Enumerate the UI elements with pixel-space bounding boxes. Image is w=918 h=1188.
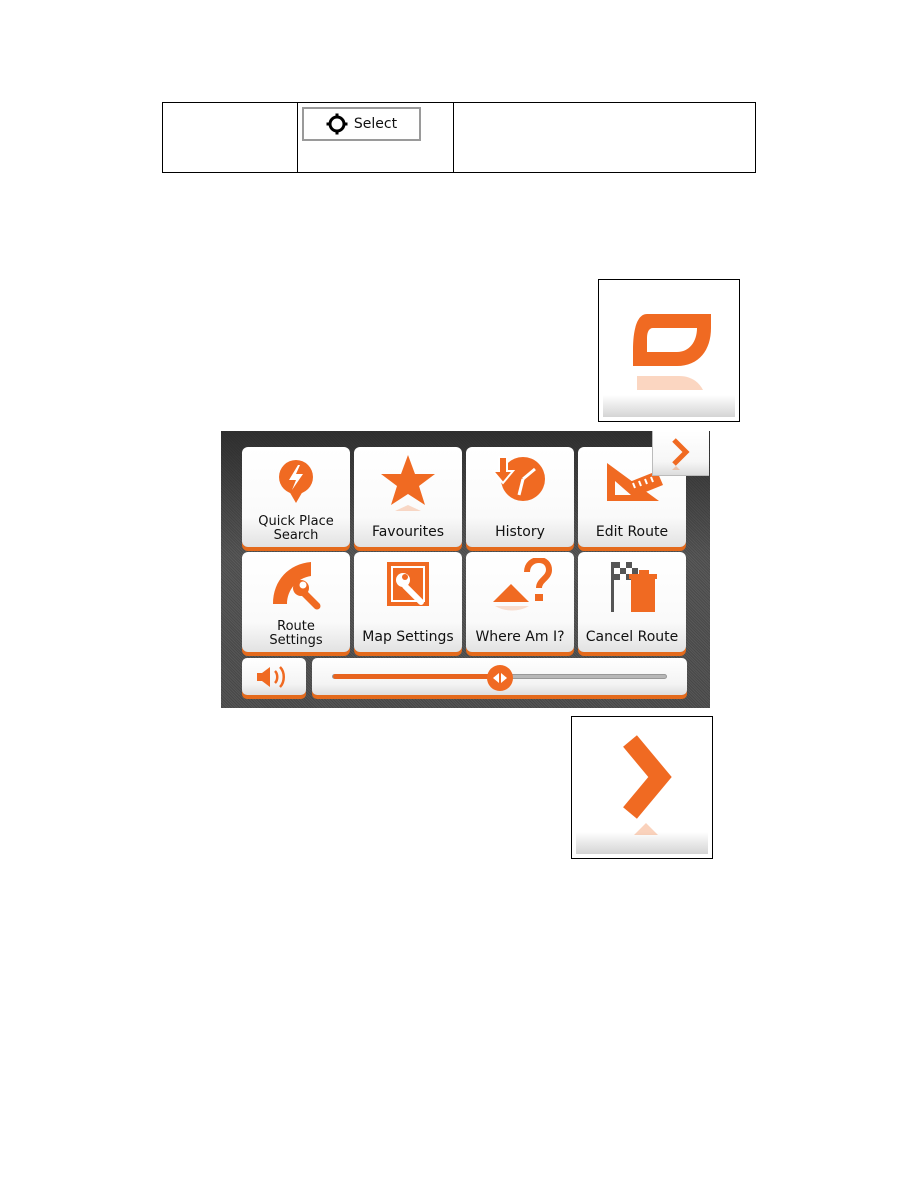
cancel-route-button[interactable]: Cancel Route xyxy=(578,552,686,652)
lightning-pin-icon xyxy=(279,460,313,503)
volume-slider-fill xyxy=(333,674,500,679)
flag-bin-icon xyxy=(611,562,657,612)
map-wrench-icon xyxy=(387,562,429,606)
select-button-label: Select xyxy=(353,116,398,132)
route-settings-button[interactable]: Route Settings xyxy=(242,552,350,652)
history-label: History xyxy=(495,524,545,540)
quick-place-search-label: Quick Place Search xyxy=(258,514,334,543)
favourites-label: Favourites xyxy=(371,524,445,540)
map-settings-label: Map Settings xyxy=(362,629,454,645)
back-arrow-icon xyxy=(633,314,711,390)
chevron-right-icon xyxy=(623,735,672,835)
position-question-icon xyxy=(493,558,553,611)
where-am-i-label: Where Am I? xyxy=(475,629,565,645)
doc-table-cell-description xyxy=(454,103,755,172)
left-right-arrows-icon xyxy=(492,673,507,683)
volume-slider-thumb[interactable] xyxy=(486,665,513,691)
speaker-icon xyxy=(257,665,285,688)
doc-table-cell-name xyxy=(163,103,298,172)
favourites-button[interactable]: Favourites xyxy=(354,447,462,547)
where-am-i-button[interactable]: Where Am I? xyxy=(466,552,574,652)
volume-slider-track[interactable] xyxy=(332,665,667,691)
select-button[interactable]: Select xyxy=(302,107,421,141)
route-wrench-icon xyxy=(273,562,321,610)
doc-table-row: Select xyxy=(162,102,756,173)
back-button-illustration xyxy=(598,279,740,422)
volume-slider-container xyxy=(312,658,687,695)
history-button[interactable]: History xyxy=(466,447,574,547)
history-clock-icon xyxy=(490,456,545,501)
crosshair-target-icon xyxy=(326,113,348,135)
chevron-right-icon xyxy=(672,438,690,470)
doc-table-cell-button: Select xyxy=(298,103,454,172)
next-button-illustration xyxy=(571,716,713,859)
map-settings-button[interactable]: Map Settings xyxy=(354,552,462,652)
star-icon xyxy=(381,455,435,511)
edit-route-label: Edit Route xyxy=(595,524,669,540)
cancel-route-label: Cancel Route xyxy=(585,629,679,645)
next-page-button[interactable] xyxy=(652,431,709,476)
route-settings-label: Route Settings xyxy=(269,619,323,648)
quick-place-search-button[interactable]: Quick Place Search xyxy=(242,447,350,547)
navigation-menu-screen: Quick Place Search Favourites History Ed… xyxy=(221,431,710,708)
mute-button[interactable] xyxy=(242,658,306,695)
